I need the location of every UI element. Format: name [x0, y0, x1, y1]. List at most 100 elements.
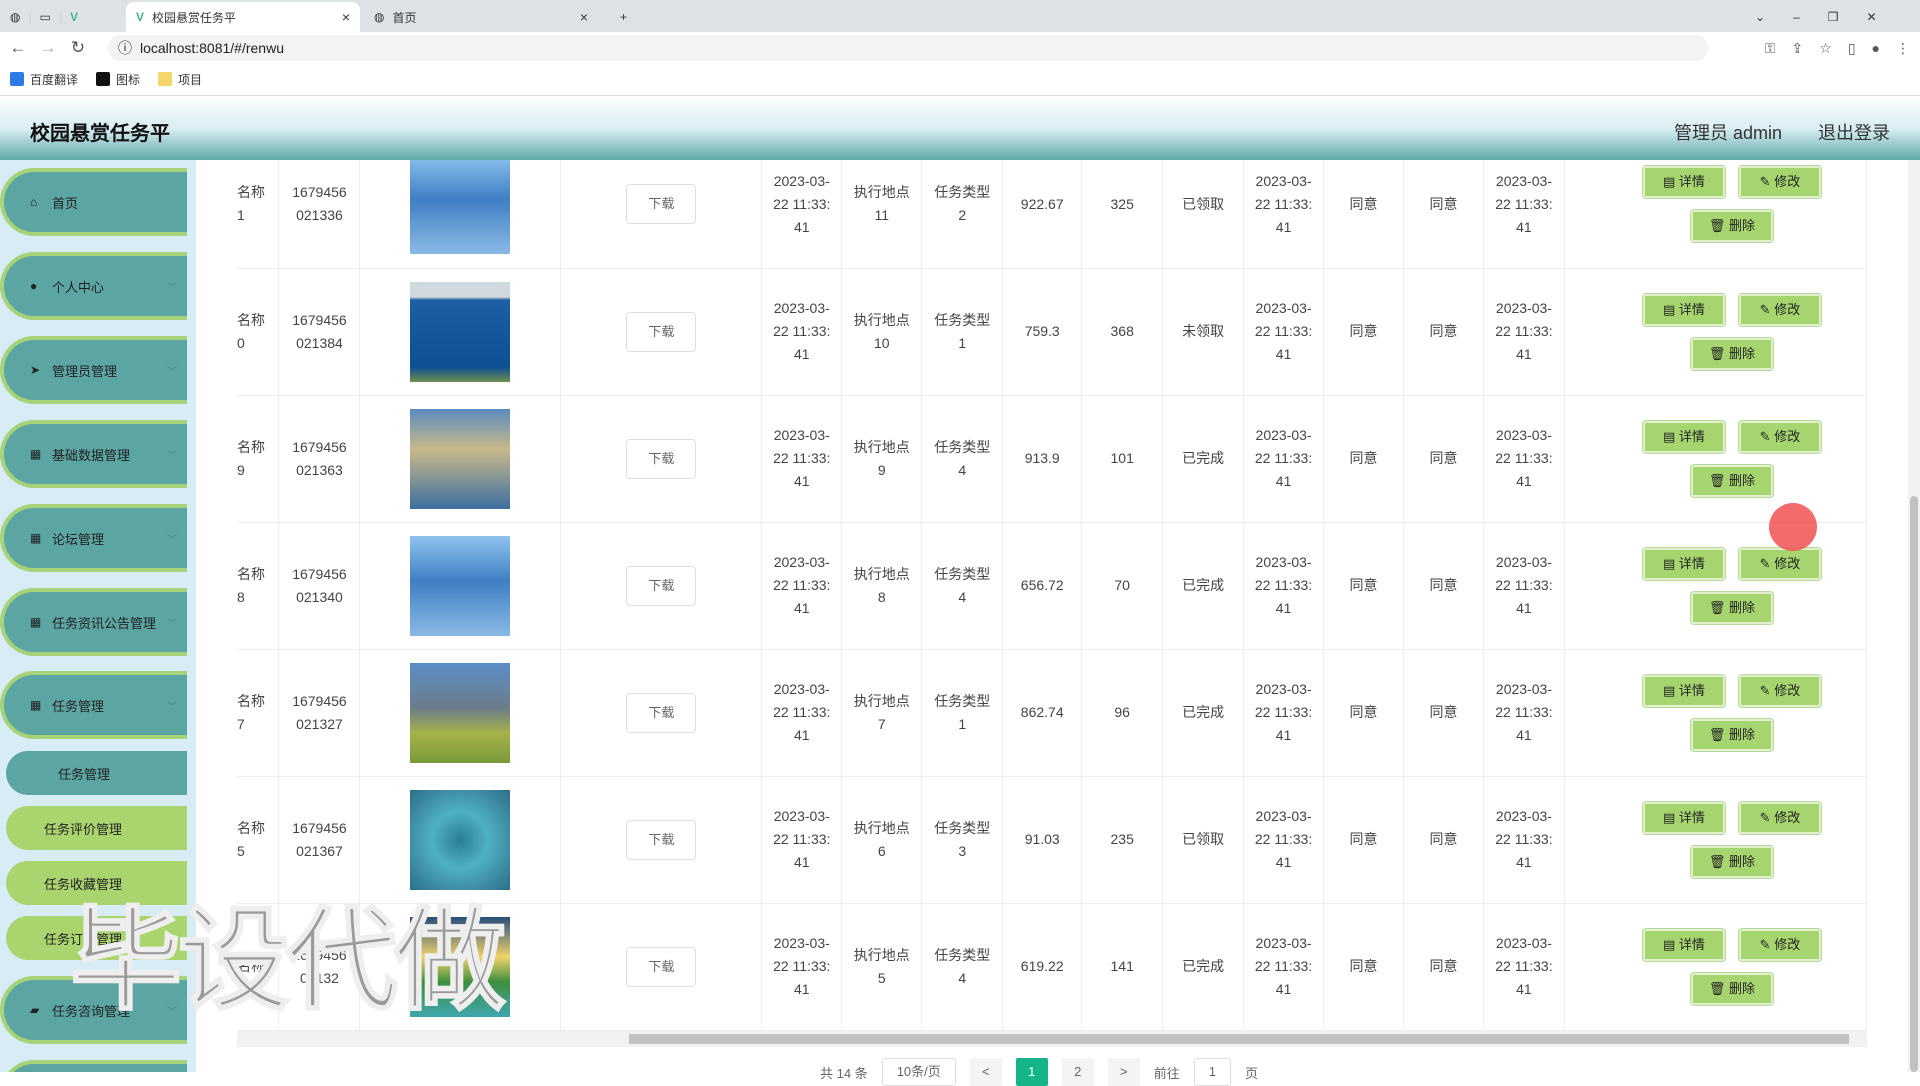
sidebar-item[interactable]: ▦ 任务管理 ﹀	[0, 671, 187, 739]
goto-page-input[interactable]: 1	[1193, 1058, 1232, 1086]
page-size-select[interactable]: 10条/页	[881, 1058, 956, 1086]
edit-button[interactable]: ✎ 修改	[1737, 673, 1822, 708]
key-icon[interactable]: ⚿	[1765, 40, 1776, 57]
edit-button[interactable]: ✎ 修改	[1737, 165, 1822, 200]
task-image[interactable]	[410, 408, 511, 509]
status-text: 已完成	[1182, 704, 1225, 720]
menu-icon[interactable]: ⋮	[1896, 40, 1910, 57]
download-button[interactable]: 下载	[626, 819, 697, 860]
bookmark-icons[interactable]: 图标	[96, 71, 140, 88]
table-cell: 执行地点 10	[841, 268, 923, 396]
sidebar-item[interactable]	[0, 1060, 187, 1072]
back-icon[interactable]: ←	[3, 38, 33, 58]
table-cell: 656.72	[1002, 522, 1083, 650]
bookmark-baidu[interactable]: 百度翻译	[10, 71, 78, 88]
close-tab-icon[interactable]: ×	[342, 9, 350, 25]
new-tab-button[interactable]: +	[610, 2, 637, 32]
download-button[interactable]: 下载	[626, 311, 697, 352]
table-cell: 名称 0	[237, 268, 280, 396]
folder-icon	[158, 72, 173, 86]
edit-button[interactable]: ✎ 修改	[1737, 927, 1822, 962]
url-input[interactable]: ⓘ localhost:8081/#/renwu	[108, 35, 1708, 61]
table-cell: 任务类型 1	[921, 649, 1004, 777]
table-cell: 96	[1081, 649, 1164, 777]
scrollbar-thumb[interactable]	[1910, 496, 1918, 1072]
table-cell: 2023-03-22 11:33:41	[1483, 903, 1565, 1031]
edit-button[interactable]: ✎ 修改	[1737, 292, 1822, 327]
download-button[interactable]: 下载	[626, 946, 697, 987]
edit-button[interactable]: ✎ 修改	[1737, 800, 1822, 835]
task-image[interactable]	[410, 154, 511, 255]
logout-link[interactable]: 退出登录	[1818, 119, 1890, 145]
sidebar-item[interactable]: ▦ 论坛管理 ﹀	[0, 504, 187, 572]
bookmark-project[interactable]: 项目	[158, 71, 202, 88]
table-cell: 2023-03-22 11:33:41	[1243, 649, 1325, 777]
trash-icon: 🗑	[1708, 218, 1729, 234]
sidebar-subitem[interactable]: 任务评价管理	[6, 806, 187, 850]
pinned-tabs[interactable]: ◍ | ▭ | V	[0, 2, 130, 32]
chevron-down-icon: ﹀	[167, 701, 177, 713]
download-button[interactable]: 下载	[626, 565, 697, 606]
detail-button[interactable]: ▤ 详情	[1641, 292, 1726, 327]
horizontal-scrollbar[interactable]	[237, 1031, 1867, 1047]
table-cell: ▤ 详情 ✎ 修改 🗑 删除	[1564, 395, 1867, 523]
tab-home[interactable]: ◍ 首页 ×	[364, 2, 598, 32]
sidebar-item[interactable]: ▦ 基础数据管理 ﹀	[0, 420, 187, 488]
delete-button[interactable]: 🗑 删除	[1689, 717, 1774, 752]
tab-search-icon[interactable]: ⌄	[1755, 10, 1765, 24]
page-2[interactable]: 2	[1061, 1058, 1094, 1086]
page-1[interactable]: 1	[1015, 1058, 1048, 1086]
task-image[interactable]	[410, 662, 511, 763]
download-button[interactable]: 下载	[626, 692, 697, 733]
sidebar-item[interactable]: ➤ 管理员管理 ﹀	[0, 336, 187, 404]
chevron-down-icon: ﹀	[167, 618, 177, 630]
task-name: 名称 8	[237, 565, 265, 605]
edit-button[interactable]: ✎ 修改	[1737, 419, 1822, 454]
delete-button[interactable]: 🗑 删除	[1689, 463, 1774, 498]
next-page-button[interactable]: >	[1107, 1058, 1140, 1086]
download-button[interactable]: 下载	[626, 184, 697, 225]
tab-active[interactable]: V 校园悬赏任务平 ×	[126, 2, 360, 32]
table-cell: 141	[1081, 903, 1164, 1031]
detail-button[interactable]: ▤ 详情	[1641, 419, 1726, 454]
share-icon[interactable]: ⇪	[1792, 40, 1804, 57]
download-button[interactable]: 下载	[626, 438, 697, 479]
minimize-icon[interactable]: –	[1793, 10, 1800, 24]
sidebar-item[interactable]: ● 个人中心 ﹀	[0, 252, 187, 320]
trash-icon: 🗑	[1708, 472, 1729, 488]
document-icon: ▤	[1662, 809, 1679, 825]
profile-icon[interactable]: ●	[1872, 40, 1880, 57]
pencil-icon: ✎	[1759, 555, 1775, 571]
delete-button[interactable]: 🗑 删除	[1689, 590, 1774, 625]
sidepanel-icon[interactable]: ▯	[1848, 40, 1856, 57]
sidebar-item[interactable]: ▦ 任务资讯公告管理 ﹀	[0, 588, 187, 656]
sidebar-item[interactable]: ⌂ 首页	[0, 168, 187, 236]
close-tab-icon[interactable]: ×	[580, 9, 588, 25]
task-image[interactable]	[410, 535, 511, 636]
table-cell: ▤ 详情 ✎ 修改 🗑 删除	[1564, 903, 1867, 1031]
star-icon[interactable]: ☆	[1819, 40, 1832, 57]
task-name: 名称 0	[237, 311, 265, 351]
table-cell: 91.03	[1002, 776, 1083, 904]
table-cell: 同意	[1403, 522, 1484, 650]
delete-button[interactable]: 🗑 删除	[1689, 844, 1774, 879]
scrollbar-thumb[interactable]	[629, 1034, 1849, 1044]
close-window-icon[interactable]: ✕	[1867, 10, 1877, 24]
sidebar-subitem[interactable]: 任务管理	[6, 751, 187, 795]
delete-button[interactable]: 🗑 删除	[1689, 209, 1774, 244]
detail-button[interactable]: ▤ 详情	[1641, 546, 1726, 581]
vertical-scrollbar[interactable]	[1908, 160, 1920, 1072]
detail-button[interactable]: ▤ 详情	[1641, 673, 1726, 708]
restore-icon[interactable]: ❐	[1828, 10, 1839, 24]
delete-button[interactable]: 🗑 删除	[1689, 336, 1774, 371]
detail-button[interactable]: ▤ 详情	[1641, 165, 1726, 200]
detail-button[interactable]: ▤ 详情	[1641, 800, 1726, 835]
edit-button[interactable]: ✎ 修改	[1737, 546, 1822, 581]
window-controls[interactable]: ⌄ – ❐ ✕	[1745, 2, 1887, 32]
task-image[interactable]	[410, 281, 511, 382]
delete-button[interactable]: 🗑 删除	[1689, 971, 1774, 1006]
reload-icon[interactable]: ↻	[63, 38, 93, 58]
detail-button[interactable]: ▤ 详情	[1641, 927, 1726, 962]
forward-icon[interactable]: →	[33, 38, 63, 58]
prev-page-button[interactable]: <	[969, 1058, 1002, 1086]
